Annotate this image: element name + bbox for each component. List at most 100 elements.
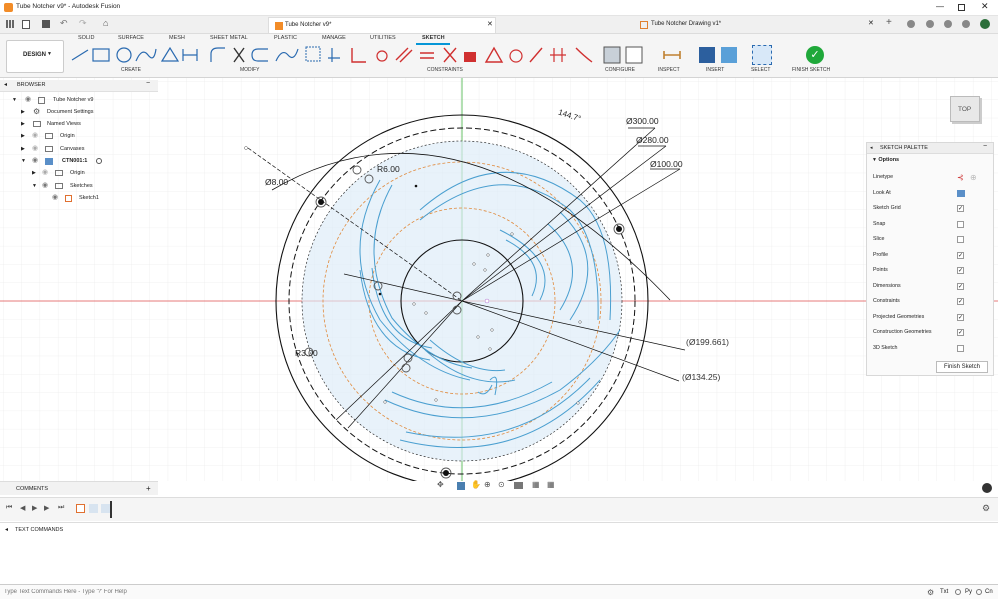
look-at-icon[interactable] <box>457 482 465 490</box>
step-forward-icon[interactable]: ▶ <box>44 504 49 512</box>
tab-sheet-metal[interactable]: SHEET METAL <box>210 35 248 41</box>
tree-item-component[interactable]: ▼ ◉ CTN001:1 <box>0 155 158 167</box>
collapse-icon[interactable]: ◂ <box>870 145 873 151</box>
display-settings-icon[interactable] <box>514 482 523 489</box>
tree-item-component-origin[interactable]: ▶ ◉ Origin <box>0 167 158 179</box>
finish-sketch-palette-button[interactable]: Finish Sketch <box>936 361 988 373</box>
go-to-end-icon[interactable]: ⏭ <box>58 504 64 512</box>
chevron-down-icon[interactable]: ▼ <box>12 94 17 106</box>
tab-mesh[interactable]: MESH <box>169 35 185 41</box>
look-at-icon[interactable] <box>957 190 965 197</box>
chevron-down-icon[interactable]: ▼ <box>21 155 26 167</box>
dim-r6[interactable]: R6.00 <box>377 164 400 174</box>
user-avatar[interactable] <box>980 19 990 29</box>
tree-item-root[interactable]: ▼ ◉ Tube Notcher v9 <box>0 94 158 106</box>
redo-icon[interactable]: ↷ <box>79 18 87 29</box>
sketch-feature-icon[interactable] <box>76 504 85 513</box>
radio-cn[interactable] <box>976 589 982 595</box>
chevron-right-icon[interactable]: ▶ <box>21 143 25 155</box>
construction-geometries-checkbox[interactable]: ✓ <box>957 329 964 336</box>
points-checkbox[interactable]: ✓ <box>957 267 964 274</box>
tab-drawing[interactable]: Tube Notcher Drawing v1* ✕ <box>638 17 878 33</box>
tab-manage[interactable]: MANAGE <box>322 35 346 41</box>
maximize-button[interactable] <box>958 4 965 11</box>
feature-icon[interactable] <box>89 504 98 513</box>
minimize-panel-icon[interactable]: − <box>146 80 150 87</box>
eye-icon[interactable]: ◉ <box>42 180 48 192</box>
new-tab-icon[interactable]: + <box>886 17 892 28</box>
tree-item-named-views[interactable]: ▶ Named Views <box>0 118 158 130</box>
create-menu[interactable]: CREATE <box>121 67 141 73</box>
close-tab-icon[interactable]: ✕ <box>868 19 874 27</box>
jobs-icon[interactable] <box>944 20 952 28</box>
step-back-icon[interactable]: ◀ <box>20 504 25 512</box>
close-button[interactable]: ✕ <box>981 1 989 12</box>
add-comment-icon[interactable]: + <box>146 482 151 496</box>
home-icon[interactable]: ⌂ <box>103 18 108 28</box>
tab-solid[interactable]: SOLID <box>78 35 95 41</box>
pan-icon[interactable]: ✋ <box>471 480 481 489</box>
grid-menu-icon[interactable] <box>6 20 14 28</box>
zoom-icon[interactable]: ⊕ <box>484 480 491 489</box>
save-icon[interactable] <box>42 20 50 28</box>
tab-utilities[interactable]: UTILITIES <box>370 35 396 41</box>
grid-settings-icon[interactable]: ▦ <box>532 480 540 489</box>
collapse-icon[interactable]: ◂ <box>4 81 7 88</box>
slice-checkbox[interactable] <box>957 236 964 243</box>
constraints-menu[interactable]: CONSTRAINTS <box>427 67 463 73</box>
collapse-icon[interactable]: ◂ <box>5 526 8 533</box>
select-icon[interactable] <box>752 45 772 65</box>
close-tab-icon[interactable]: ✕ <box>487 20 493 28</box>
mode-txt[interactable]: Txt <box>940 585 948 600</box>
dimensions-checkbox[interactable]: ✓ <box>957 283 964 290</box>
view-cube[interactable]: TOP <box>950 96 980 122</box>
insert-menu[interactable]: INSERT <box>706 67 724 73</box>
linetype-construction-icon[interactable]: ⊕ <box>970 170 977 185</box>
eye-icon[interactable]: ◉ <box>32 155 38 167</box>
dim-d100[interactable]: Ø100.00 <box>650 159 683 169</box>
eye-icon[interactable]: ◉ <box>52 192 58 204</box>
minimize-panel-icon[interactable]: − <box>983 143 987 150</box>
snap-checkbox[interactable] <box>957 221 964 228</box>
profile-checkbox[interactable]: ✓ <box>957 252 964 259</box>
projected-geometries-checkbox[interactable]: ✓ <box>957 314 964 321</box>
gear-icon[interactable]: ⚙ <box>982 503 990 514</box>
dim-d300[interactable]: Ø300.00 <box>626 116 659 126</box>
gear-icon[interactable]: ⚙ <box>927 585 934 600</box>
chevron-right-icon[interactable]: ▶ <box>21 106 25 118</box>
activate-radio-icon[interactable] <box>96 158 102 164</box>
eye-icon[interactable]: ◉ <box>42 167 48 179</box>
dim-d134[interactable]: (Ø134.25) <box>682 372 720 382</box>
dim-r3[interactable]: R3.00 <box>295 348 318 358</box>
eye-icon[interactable]: ◉ <box>32 130 38 142</box>
configure-menu[interactable]: CONFIGURE <box>605 67 635 73</box>
inspect-menu[interactable]: INSPECT <box>658 67 680 73</box>
linetype-icon[interactable]: ⊰ <box>957 170 964 185</box>
eye-icon[interactable]: ◉ <box>25 94 31 106</box>
tab-tube-notcher[interactable]: Tube Notcher v9* ✕ <box>268 17 496 33</box>
assistant-icon[interactable] <box>982 483 992 493</box>
chevron-down-icon[interactable]: ▼ <box>32 180 37 192</box>
chevron-right-icon[interactable]: ▶ <box>21 130 25 142</box>
sketch-grid-checkbox[interactable]: ✓ <box>957 205 964 212</box>
play-icon[interactable]: ▶ <box>32 504 37 512</box>
tree-item-document-settings[interactable]: ▶ ⚙ Document Settings <box>0 106 158 118</box>
3d-sketch-checkbox[interactable] <box>957 345 964 352</box>
tab-surface[interactable]: SURFACE <box>118 35 144 41</box>
viewports-icon[interactable]: ▦ <box>547 480 555 489</box>
options-section[interactable]: ▼ Options <box>872 157 899 163</box>
finish-sketch-button[interactable]: ✓ <box>806 46 824 64</box>
dim-d8[interactable]: Ø8.00 <box>265 177 288 187</box>
timeline-marker[interactable] <box>110 501 112 518</box>
mode-cn[interactable]: Cn <box>985 585 993 600</box>
fit-icon[interactable]: ⊙ <box>498 480 505 489</box>
select-menu[interactable]: SELECT <box>751 67 770 73</box>
help-icon[interactable] <box>962 20 970 28</box>
radio-py[interactable] <box>955 589 961 595</box>
eye-icon[interactable]: ◉ <box>32 143 38 155</box>
orbit-icon[interactable]: ✥ <box>437 480 444 489</box>
undo-icon[interactable]: ↶ <box>60 18 68 29</box>
minimize-button[interactable]: — <box>936 2 944 11</box>
constraints-checkbox[interactable]: ✓ <box>957 298 964 305</box>
modify-menu[interactable]: MODIFY <box>240 67 259 73</box>
